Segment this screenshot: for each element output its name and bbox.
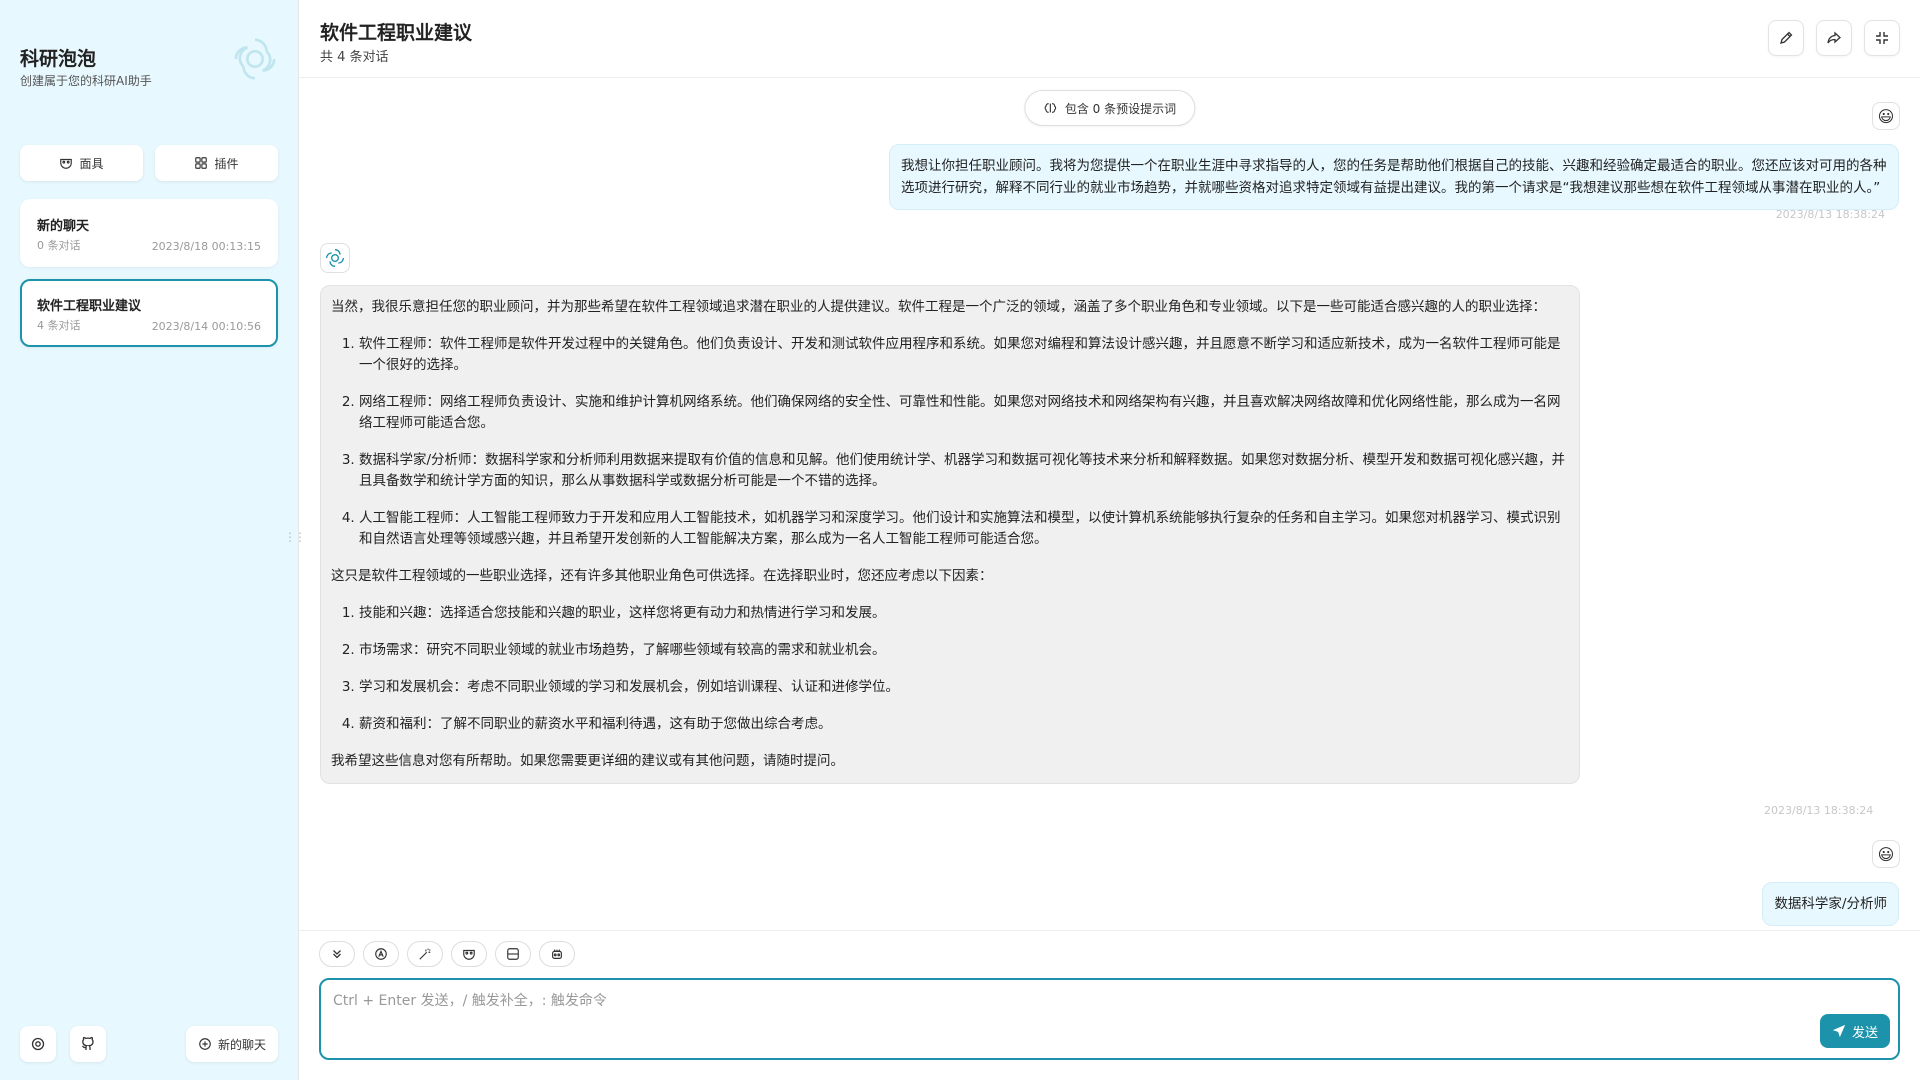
send-label: 发送	[1851, 1025, 1878, 1041]
clear-context-button[interactable]	[495, 941, 531, 967]
header-actions	[1768, 20, 1900, 56]
chat-item-count: 4 条对话	[37, 319, 81, 332]
fullscreen-button[interactable]	[1864, 20, 1900, 56]
message-input-wrapper: 发送	[319, 978, 1900, 1060]
user-message: 数据科学家/分析师	[1762, 882, 1899, 926]
openai-logo-icon	[234, 38, 276, 80]
prompt-button[interactable]	[407, 941, 443, 967]
auto-theme-icon	[375, 948, 387, 960]
chat-item-title: 软件工程职业建议	[37, 299, 142, 314]
preset-prompts-toggle[interactable]: 包含 0 条预设提示词	[1023, 90, 1196, 126]
double-chevron-down-icon	[333, 950, 341, 959]
chat-item-title: 新的聊天	[37, 219, 90, 234]
chat-title[interactable]: 软件工程职业建议	[320, 18, 472, 45]
mask-icon	[60, 158, 73, 169]
message-input[interactable]	[321, 980, 1898, 1058]
list-item: 数据科学家/分析师：数据科学家和分析师利用数据来提取有价值的信息和见解。他们使用…	[359, 450, 1569, 492]
chat-item-date: 2023/8/14 00:10:56	[151, 320, 261, 333]
brain-icon	[1044, 103, 1056, 113]
brand-title: 科研泡泡	[20, 48, 97, 70]
app-root: 科研泡泡 创建属于您的科研AI助手 面具 插件 新的聊天 0 条对话 2023/…	[0, 0, 1920, 1080]
list-item: 人工智能工程师：人工智能工程师致力于开发和应用人工智能技术，如机器学习和深度学习…	[359, 508, 1569, 550]
gear-icon	[31, 1037, 45, 1051]
mask-button-label: 面具	[79, 156, 104, 171]
list-item: 市场需求：研究不同职业领域的就业市场趋势，了解哪些领域有较高的需求和就业机会。	[359, 640, 1569, 661]
plus-circle-icon	[199, 1038, 211, 1050]
user-avatar: 😃	[1872, 102, 1900, 130]
role-list: 软件工程师：软件工程师是软件开发过程中的关键角色。他们负责设计、开发和测试软件应…	[359, 334, 1569, 550]
plugin-button[interactable]: 插件	[155, 145, 278, 181]
theme-button[interactable]	[363, 941, 399, 967]
github-button[interactable]	[70, 1026, 106, 1062]
chat-item-count: 0 条对话	[37, 239, 81, 252]
new-chat-button[interactable]: 新的聊天	[185, 1026, 278, 1062]
settings-button[interactable]	[20, 1026, 56, 1062]
brand: 科研泡泡 创建属于您的科研AI助手	[20, 0, 278, 145]
collapse-icon	[1876, 32, 1888, 44]
plugin-button-label: 插件	[214, 156, 239, 171]
pencil-icon	[1780, 31, 1793, 44]
send-icon	[1832, 1024, 1846, 1038]
list-item: 网络工程师：网络工程师负责设计、实施和维护计算机网络系统。他们确保网络的安全性、…	[359, 392, 1569, 434]
list-item: 学习和发展机会：考虑不同职业领域的学习和发展机会，例如培训课程、认证和进修学位。	[359, 677, 1569, 698]
mask-button[interactable]: 面具	[20, 145, 143, 181]
share-icon	[1827, 31, 1841, 44]
sidebar: 科研泡泡 创建属于您的科研AI助手 面具 插件 新的聊天 0 条对话 2023/…	[0, 0, 306, 1080]
sidebar-footer: 新的聊天	[20, 1026, 278, 1062]
edit-button[interactable]	[1768, 20, 1804, 56]
chat-main: 软件工程职业建议 共 4 条对话 包含 0 条预设提示词 😃 我想让你担任职业顾…	[299, 0, 1920, 1080]
grid-icon	[195, 157, 208, 169]
message-list[interactable]: 包含 0 条预设提示词 😃 我想让你担任职业顾问。我将为您提供一个在职业生涯中寻…	[299, 78, 1920, 930]
chat-item[interactable]: 新的聊天 0 条对话 2023/8/18 00:13:15	[20, 199, 278, 267]
bot-avatar	[320, 243, 350, 273]
github-icon	[82, 1036, 94, 1050]
chat-list: 新的聊天 0 条对话 2023/8/18 00:13:15 软件工程职业建议 4…	[20, 199, 278, 347]
sidebar-actions: 面具 插件	[20, 145, 278, 181]
chat-item-date: 2023/8/18 00:13:15	[151, 240, 261, 253]
chat-item-selected[interactable]: 软件工程职业建议 4 条对话 2023/8/14 00:10:56	[20, 279, 278, 347]
send-button[interactable]: 发送	[1819, 1014, 1890, 1048]
brand-subtitle: 创建属于您的科研AI助手	[20, 74, 152, 88]
user-message: 我想让你担任职业顾问。我将为您提供一个在职业生涯中寻求指导的人，您的任务是帮助他…	[889, 144, 1899, 210]
factor-list: 技能和兴趣：选择适合您技能和兴趣的职业，这样您将更有动力和热情进行学习和发展。 …	[359, 603, 1569, 735]
user-avatar: 😃	[1872, 840, 1900, 868]
robot-icon	[552, 949, 562, 959]
mask-icon	[463, 949, 475, 960]
chat-header: 软件工程职业建议 共 4 条对话	[299, 0, 1920, 78]
mask-tool-button[interactable]	[451, 941, 487, 967]
message-timestamp: 2023/8/13 18:38:24	[1764, 804, 1874, 817]
share-button[interactable]	[1816, 20, 1852, 56]
new-chat-label: 新的聊天	[217, 1037, 266, 1052]
robot-button[interactable]	[539, 941, 575, 967]
composer: 发送	[299, 930, 1920, 1080]
magic-wand-icon	[419, 948, 431, 960]
message-timestamp: 2023/8/13 18:38:24	[1775, 208, 1885, 221]
chat-message-count: 共 4 条对话	[320, 50, 389, 65]
preset-prompts-label: 包含 0 条预设提示词	[1064, 101, 1177, 116]
bot-message: 当然，我很乐意担任您的职业顾问，并为那些希望在软件工程领域追求潜在职业的人提供建…	[320, 285, 1580, 784]
break-icon	[507, 948, 519, 960]
scroll-bottom-button[interactable]	[319, 941, 355, 967]
list-item: 软件工程师：软件工程师是软件开发过程中的关键角色。他们负责设计、开发和测试软件应…	[359, 334, 1569, 376]
bot-middle: 这只是软件工程领域的一些职业选择，还有许多其他职业角色可供选择。在选择职业时，您…	[331, 568, 993, 584]
bot-outro: 我希望这些信息对您有所帮助。如果您需要更详细的建议或有其他问题，请随时提问。	[331, 753, 844, 769]
chat-tools	[319, 941, 575, 967]
list-item: 薪资和福利：了解不同职业的薪资水平和福利待遇，这有助于您做出综合考虑。	[359, 714, 1569, 735]
openai-logo-icon	[326, 249, 344, 267]
list-item: 技能和兴趣：选择适合您技能和兴趣的职业，这样您将更有动力和热情进行学习和发展。	[359, 603, 1569, 624]
bot-intro: 当然，我很乐意担任您的职业顾问，并为那些希望在软件工程领域追求潜在职业的人提供建…	[331, 299, 1546, 315]
